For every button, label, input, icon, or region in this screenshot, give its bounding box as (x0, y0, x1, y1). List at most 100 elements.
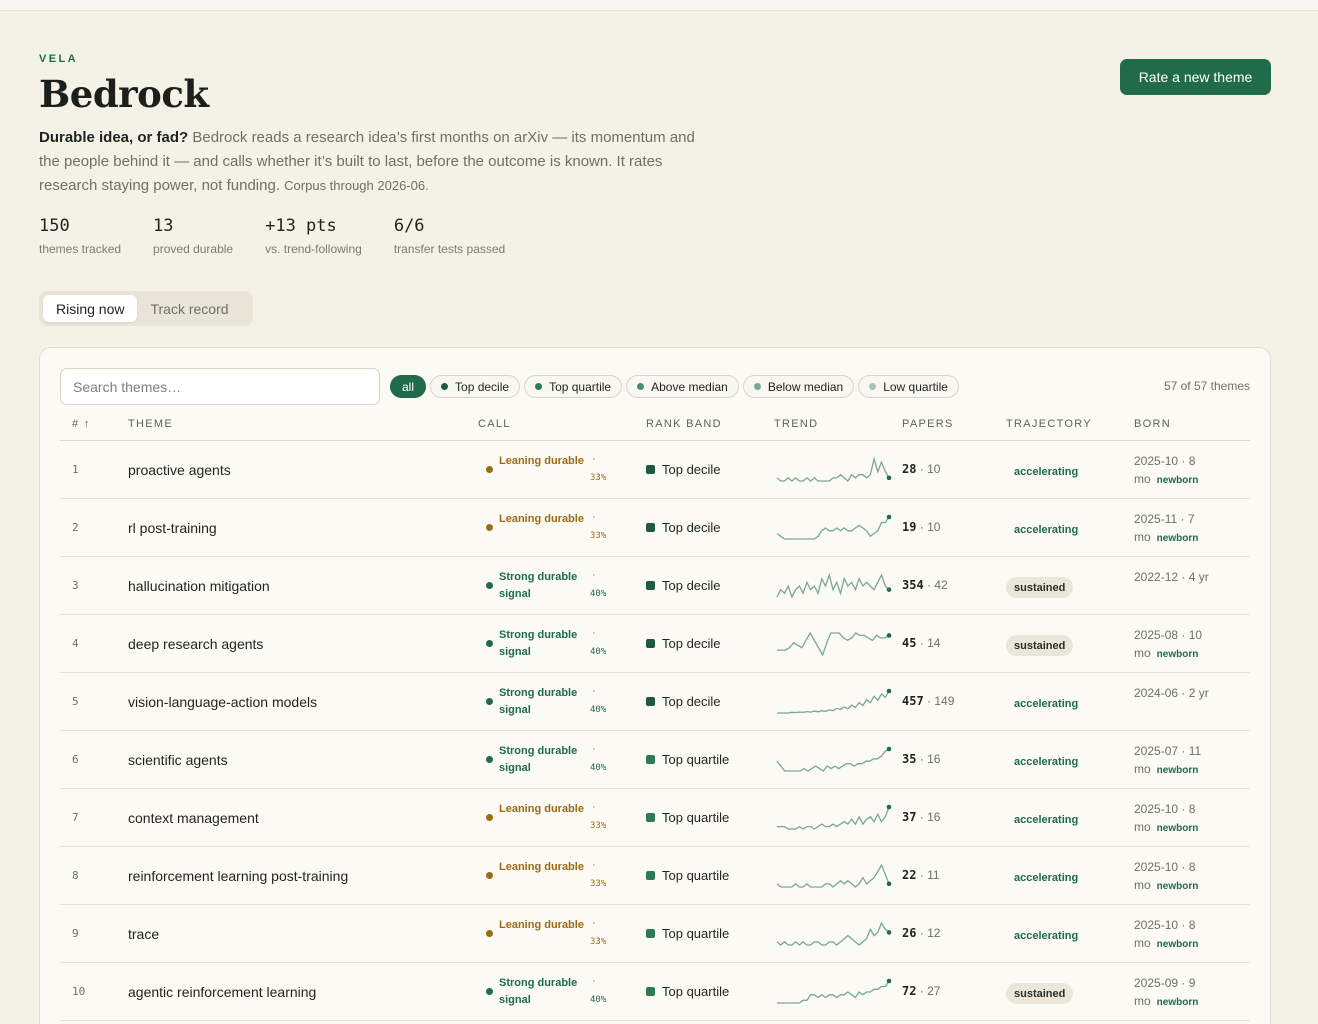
rate-new-theme-button[interactable]: Rate a new theme (1120, 59, 1271, 95)
born-date: 2025-10 · 8 mo newborn (1134, 858, 1244, 896)
row-number: 4 (72, 637, 79, 650)
trajectory-cell: accelerating (1006, 751, 1086, 772)
newborn-badge: newborn (1156, 533, 1199, 544)
theme-name[interactable]: proactive agents (128, 462, 231, 478)
stat-value: 6/6 (393, 216, 425, 236)
table-row[interactable]: 9 trace Leaning durable · 33% Top quartile 26 … (60, 905, 1250, 963)
trajectory-badge: accelerating (1014, 813, 1079, 826)
column-header-rank-band[interactable]: RANK BAND (646, 418, 722, 430)
call-separator: · (592, 975, 596, 987)
trend-sparkline (774, 804, 892, 837)
table-row[interactable]: 1 proactive agents Leaning durable · 33% Top … (60, 441, 1250, 499)
rank-band-label: Top decile (662, 520, 721, 535)
search-input[interactable] (60, 368, 380, 405)
view-toggle: Rising now Track record (39, 291, 253, 326)
table-header: # ↑ THEME CALL RANK BAND TREND PAPERS TR… (60, 418, 1250, 441)
born-date-value: 2025-11 · 7 (1134, 512, 1195, 526)
theme-name[interactable]: rl post-training (128, 520, 217, 536)
column-header-theme[interactable]: THEME (128, 418, 173, 430)
call-separator: · (592, 743, 596, 755)
call-dot-icon (486, 466, 493, 473)
rank-band: Top quartile (646, 984, 729, 999)
paper-count: 72 · 27 (902, 984, 940, 998)
durability-call: Leaning durable · 33% (486, 917, 646, 953)
rank-band-label: Top quartile (662, 868, 730, 883)
stat-value: 150 (39, 216, 70, 236)
newborn-badge: newborn (1156, 939, 1199, 950)
table-row[interactable]: 5 vision-language-action models Strong dur… (60, 673, 1250, 731)
table-row[interactable]: 10 agentic reinforcement learning Strong d… (60, 963, 1250, 1021)
tab-rising-now[interactable]: Rising now (43, 295, 138, 322)
trajectory-cell: accelerating (1006, 809, 1086, 830)
filter-chip-low-quartile[interactable]: Low quartile (858, 375, 959, 398)
trend-sparkline (774, 978, 892, 1011)
table-row[interactable]: 4 deep research agents Strong durable sign… (60, 615, 1250, 673)
call-confidence: 40% (590, 995, 607, 1005)
sparkline-line (776, 572, 890, 599)
papers-total: 354 (902, 578, 924, 592)
trajectory-badge: sustained (1006, 983, 1074, 1004)
theme-name[interactable]: agentic reinforcement learning (128, 984, 316, 1000)
column-header-born[interactable]: BORN (1134, 418, 1171, 430)
band-square-icon (646, 581, 655, 590)
table-body: 1 proactive agents Leaning durable · 33% Top … (60, 441, 1250, 1021)
trajectory-badge: accelerating (1014, 465, 1079, 478)
trajectory-badge: sustained (1006, 635, 1074, 656)
theme-name[interactable]: scientific agents (128, 752, 228, 768)
born-date: 2025-10 · 8 mo newborn (1134, 452, 1244, 490)
theme-name[interactable]: reinforcement learning post-training (128, 868, 348, 884)
call-separator: · (592, 453, 596, 465)
born-unit: mo (1134, 646, 1151, 660)
call-separator: · (592, 627, 596, 639)
column-header-trajectory[interactable]: TRAJECTORY (1006, 418, 1092, 430)
paper-count: 35 · 16 (902, 752, 940, 766)
filter-chip-above-median[interactable]: Above median (626, 375, 739, 398)
sparkline-end-point (886, 587, 892, 592)
column-header-call[interactable]: CALL (478, 418, 511, 430)
sparkline-chart (777, 804, 892, 830)
column-header-num[interactable]: # ↑ (72, 418, 91, 430)
durability-call: Strong durable signal · 40% (486, 569, 646, 605)
papers-recent: · 42 (927, 578, 948, 592)
table-row[interactable]: 8 reinforcement learning post-training Lea… (60, 847, 1250, 905)
papers-recent: · 14 (919, 636, 941, 650)
theme-name[interactable]: vision-language-action models (128, 694, 317, 710)
table-row[interactable]: 6 scientific agents Strong durable signal ·… (60, 731, 1250, 789)
column-header-papers[interactable]: PAPERS (902, 418, 954, 430)
paper-count: 45 · 14 (902, 636, 940, 650)
call-confidence: 33% (590, 821, 607, 831)
call-dot-icon (486, 814, 493, 821)
call-separator: · (592, 511, 596, 523)
row-number: 5 (72, 695, 79, 708)
call-dot-icon (486, 524, 493, 531)
call-confidence: 33% (590, 473, 607, 483)
tab-track-record[interactable]: Track record (137, 295, 241, 322)
stat-label: themes tracked (39, 242, 122, 256)
call-label: Strong durable signal (499, 571, 578, 600)
theme-name[interactable]: deep research agents (128, 636, 263, 652)
filter-chip-all[interactable]: all (390, 375, 427, 398)
paper-count: 37 · 16 (902, 810, 940, 824)
table-row[interactable]: 2 rl post-training Leaning durable · 33% Top … (60, 499, 1250, 557)
band-dot-icon (637, 383, 645, 390)
table-row[interactable]: 3 hallucination mitigation Strong durable … (60, 557, 1250, 615)
filter-chip-top-quartile[interactable]: Top quartile (524, 375, 623, 398)
sparkline-end-point (886, 514, 892, 520)
theme-name[interactable]: context management (128, 810, 259, 826)
rank-band-label: Top quartile (662, 926, 730, 941)
column-header-trend[interactable]: TREND (774, 418, 818, 430)
filter-chip-below-median[interactable]: Below median (742, 375, 855, 398)
call-label: Leaning durable (499, 513, 584, 525)
durability-call: Leaning durable · 33% (486, 453, 646, 489)
papers-recent: · 11 (919, 868, 940, 882)
sparkline-chart (776, 572, 892, 599)
sparkline-line (776, 748, 890, 772)
filter-chip-top-decile[interactable]: Top decile (430, 375, 521, 398)
table-row[interactable]: 7 context management Leaning durable · 33% To… (60, 789, 1250, 847)
theme-name[interactable]: hallucination mitigation (128, 578, 270, 594)
row-number: 1 (72, 463, 79, 476)
born-date: 2025-07 · 11 mo newborn (1134, 742, 1244, 780)
call-confidence: 33% (590, 937, 607, 947)
theme-name[interactable]: trace (128, 926, 159, 942)
rank-band: Top decile (646, 694, 721, 709)
